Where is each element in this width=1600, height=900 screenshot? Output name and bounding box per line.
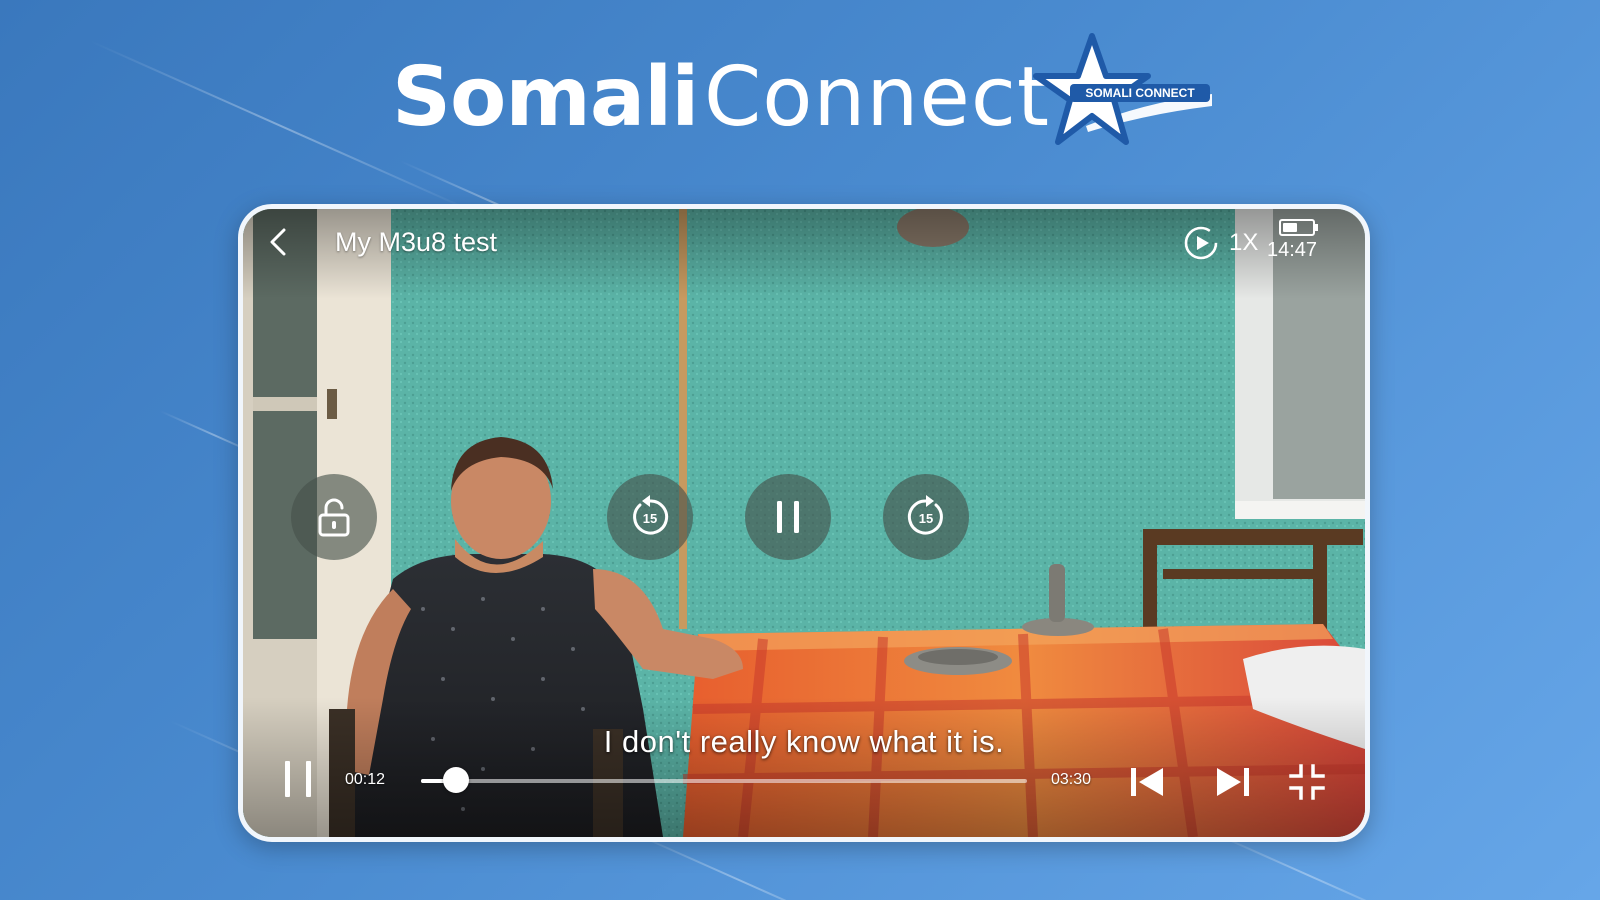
status-bar: 14:47	[1267, 215, 1351, 265]
app-background: Somali Connect SOMALI CONNECT My M3u8 te…	[0, 0, 1600, 900]
battery-level	[1283, 223, 1297, 232]
star-logo-icon: SOMALI CONNECT	[1033, 33, 1212, 145]
video-title: My M3u8 test	[335, 227, 498, 257]
brand-name-somali: Somali	[392, 50, 699, 145]
playback-speed-label: 1X	[1229, 229, 1259, 256]
skip-previous-icon[interactable]	[1127, 762, 1167, 802]
unlock-icon	[318, 498, 350, 537]
video-player[interactable]: My M3u8 test 1X 14:47 15 15 I don't real…	[238, 204, 1370, 842]
pause-button[interactable]	[745, 474, 831, 560]
forward-seconds-label: 15	[919, 511, 933, 526]
rewind-15-icon: 15	[633, 495, 669, 535]
skip-next-icon[interactable]	[1213, 762, 1253, 802]
play-circle-icon	[1184, 226, 1218, 260]
subtitle-text: I don't really know what it is.	[603, 724, 1005, 759]
play-pause-toggle[interactable]	[279, 757, 319, 801]
brand-header: Somali Connect SOMALI CONNECT	[392, 33, 1212, 168]
battery-tip	[1315, 224, 1318, 231]
brand-name-connect: Connect	[704, 50, 1051, 145]
logo-text: SOMALI CONNECT	[1085, 86, 1195, 100]
playback-speed-button[interactable]: 1X	[1183, 223, 1258, 263]
seek-thumb[interactable]	[442, 767, 469, 793]
chevron-left-icon	[270, 228, 286, 256]
seek-bar[interactable]	[421, 767, 1027, 793]
bottom-gradient	[243, 697, 1365, 837]
rewind-15-button[interactable]: 15	[607, 474, 693, 560]
pause-icon	[777, 501, 799, 533]
clock: 14:47	[1267, 239, 1318, 261]
rewind-seconds-label: 15	[643, 511, 657, 526]
lock-button[interactable]	[291, 474, 377, 560]
forward-15-icon: 15	[907, 495, 943, 535]
total-time: 03:30	[1051, 771, 1092, 788]
fullscreen-exit-icon[interactable]	[1287, 762, 1327, 802]
battery-icon	[1279, 219, 1315, 236]
forward-15-button[interactable]: 15	[883, 474, 969, 560]
back-button[interactable]	[261, 225, 295, 259]
current-time: 00:12	[345, 771, 386, 788]
